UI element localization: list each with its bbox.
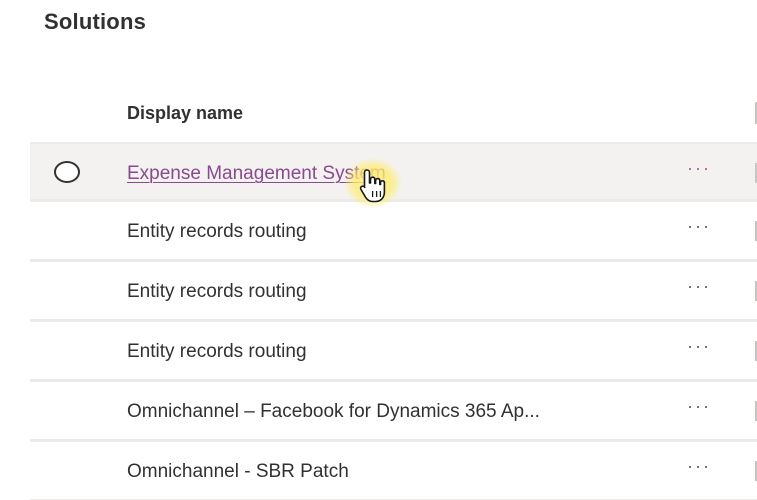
solution-name[interactable]: Entity records routing <box>127 341 307 363</box>
table-row[interactable]: Entity records routing ··· <box>30 322 757 382</box>
table-row[interactable]: Entity records routing ··· <box>30 202 757 262</box>
table-row[interactable]: Omnichannel - SBR Patch ··· <box>30 442 757 500</box>
page-title: Solutions <box>44 9 147 34</box>
solution-name-link[interactable]: Expense Management System <box>127 163 386 185</box>
more-horizontal-icon[interactable]: ··· <box>687 456 711 477</box>
more-horizontal-icon[interactable]: ··· <box>687 396 711 417</box>
more-horizontal-icon[interactable]: ··· <box>687 336 711 357</box>
column-header-display-name[interactable]: Display name <box>127 103 243 124</box>
solution-name[interactable]: Omnichannel - SBR Patch <box>127 461 349 483</box>
table-row[interactable]: Omnichannel – Facebook for Dynamics 365 … <box>30 382 757 442</box>
table-row[interactable]: Entity records routing ··· <box>30 262 757 322</box>
solutions-page: Solutions Display name Expense Managemen… <box>0 0 757 500</box>
more-horizontal-icon[interactable]: ··· <box>687 158 711 179</box>
solution-name[interactable]: Entity records routing <box>127 281 307 303</box>
more-horizontal-icon[interactable]: ··· <box>687 276 711 297</box>
solution-name[interactable]: Omnichannel – Facebook for Dynamics 365 … <box>127 401 540 423</box>
more-horizontal-icon[interactable]: ··· <box>687 216 711 237</box>
solutions-grid: Display name Expense Management System ·… <box>30 88 757 500</box>
radio-circle-icon[interactable] <box>54 161 80 183</box>
table-row[interactable]: Expense Management System ··· <box>30 142 757 202</box>
solution-name[interactable]: Entity records routing <box>127 221 307 243</box>
grid-header: Display name <box>30 88 757 142</box>
